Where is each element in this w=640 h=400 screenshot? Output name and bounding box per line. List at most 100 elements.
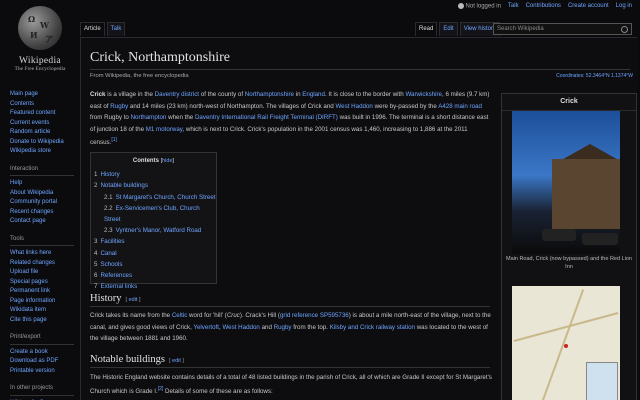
toc-number: 2.3: [104, 227, 113, 235]
coordinates-link[interactable]: Coordinates: 52.3464°N 1.1374°W: [556, 73, 633, 79]
toc-hide-link[interactable]: hide: [162, 158, 172, 164]
toc-item[interactable]: 5 Schools: [94, 259, 216, 270]
search-input[interactable]: Search Wikipedia: [493, 23, 632, 35]
toc-link[interactable]: Facilities: [100, 238, 124, 245]
sidebar-item-recent-changes[interactable]: Recent changes: [10, 208, 74, 218]
toc-link[interactable]: Notable buildings: [100, 182, 147, 189]
toc-number: 2.1: [104, 193, 113, 201]
link-celtic[interactable]: Celtic: [172, 312, 187, 319]
intro-text: from Rugby to: [90, 114, 131, 122]
location-map[interactable]: [512, 286, 620, 400]
sidebar-item-current-events[interactable]: Current events: [10, 119, 74, 129]
toc-item[interactable]: 3 Facilities: [94, 236, 216, 247]
sidebar-item-cite-this-page[interactable]: Cite this page: [10, 316, 74, 326]
search-placeholder: Search Wikipedia: [497, 26, 544, 32]
sidebar-item-wikidata-item[interactable]: Wikidata item: [10, 306, 74, 316]
sidebar-item-download-as-pdf[interactable]: Download as PDF: [10, 357, 74, 367]
toc-link[interactable]: Ex-Servicemen's Club, Church Street: [104, 205, 200, 223]
sidebar-item-page-information[interactable]: Page information: [10, 297, 74, 307]
sidebar-item-what-links-here[interactable]: What links here: [10, 249, 74, 259]
toc-item[interactable]: 1 History: [94, 169, 216, 180]
sidebar-item-contact-page[interactable]: Contact page: [10, 217, 74, 227]
sidebar-item-help[interactable]: Help: [10, 179, 74, 189]
link-dirft[interactable]: Daventry International Rail Freight Term…: [195, 114, 338, 121]
wikipedia-page: Not logged in Talk Contributions Create …: [0, 0, 640, 400]
intro-paragraph: Crick is a village in the Daventry distr…: [90, 89, 490, 149]
link-warwickshire[interactable]: Warwickshire: [405, 91, 442, 98]
photo-caption: Main Road, Crick (now bypassed) and the …: [506, 256, 632, 270]
toc-number: 2: [94, 182, 98, 190]
logo-tagline: The Free Encyclopedia: [14, 66, 66, 72]
link-west-haddon[interactable]: West Haddon: [335, 103, 372, 110]
link-grid-reference[interactable]: grid reference SP595736: [280, 312, 349, 319]
intro-text: in: [293, 91, 303, 98]
link-daventry[interactable]: Daventry district: [155, 91, 199, 98]
link-northampton[interactable]: Northampton: [131, 114, 167, 121]
sidebar-item-donate-to-wikipedia[interactable]: Donate to Wikipedia: [10, 138, 74, 148]
sidebar-item-special-pages[interactable]: Special pages: [10, 278, 74, 288]
link-northamptonshire[interactable]: Northamptonshire: [245, 91, 294, 98]
sidebar-item-permanent-link[interactable]: Permanent link: [10, 287, 74, 297]
page-title: Crick, Northamptonshire: [90, 50, 630, 70]
create-account-link[interactable]: Create account: [568, 3, 609, 9]
toc-item[interactable]: 7 External links: [94, 281, 216, 292]
toc-number: 7: [94, 283, 98, 291]
toc-item[interactable]: 2.3 Vyntner's Manor, Watford Road: [94, 225, 216, 236]
toc-link[interactable]: External links: [100, 283, 137, 290]
other-projects-heading: In other projects: [10, 384, 74, 396]
sidebar-item-about-wikipedia[interactable]: About Wikipedia: [10, 189, 74, 199]
tab-read[interactable]: Read: [415, 22, 438, 36]
sidebar-item-related-changes[interactable]: Related changes: [10, 259, 74, 269]
link-a428[interactable]: A428 main road: [438, 103, 482, 110]
sidebar-item-featured-content[interactable]: Featured content: [10, 109, 74, 119]
sidebar-item-create-a-book[interactable]: Create a book: [10, 348, 74, 358]
village-photo[interactable]: [512, 111, 620, 254]
search-icon[interactable]: [621, 26, 628, 33]
link-yelvertoft[interactable]: Yelvertoft: [193, 324, 219, 331]
toc-link[interactable]: References: [100, 272, 132, 279]
toc-item[interactable]: 2 Notable buildings: [94, 180, 216, 191]
reference-1[interactable]: [1]: [111, 137, 117, 143]
tab-edit[interactable]: Edit: [439, 22, 458, 36]
sidebar-item-main-page[interactable]: Main page: [10, 90, 74, 100]
link-m1[interactable]: M1 motorway: [146, 126, 183, 133]
intro-text: were by-passed by the: [372, 102, 439, 110]
talk-link[interactable]: Talk: [508, 3, 519, 9]
infobox: Crick Main Road, Crick (now bypassed) an…: [501, 93, 637, 400]
tab-article[interactable]: Article: [80, 22, 105, 36]
photo-car: [542, 229, 576, 241]
toc-link[interactable]: St Margaret's Church, Church Street: [116, 194, 216, 201]
toc-link[interactable]: Schools: [100, 261, 122, 268]
link-kilsby-station[interactable]: Kilsby and Crick railway station: [330, 324, 415, 331]
sidebar-item-community-portal[interactable]: Community portal: [10, 198, 74, 208]
contributions-link[interactable]: Contributions: [526, 3, 561, 9]
link-rugby-2[interactable]: Rugby: [274, 324, 292, 331]
sidebar-item-upload-file[interactable]: Upload file: [10, 268, 74, 278]
history-paragraph: Crick takes its name from the Celtic wor…: [90, 312, 491, 343]
sidebar-item-printable-version[interactable]: Printable version: [10, 367, 74, 377]
print-heading: Print/export: [10, 333, 74, 345]
toc-link[interactable]: History: [100, 171, 119, 178]
link-west-haddon-2[interactable]: West Haddon: [222, 324, 259, 331]
tab-talk[interactable]: Talk: [106, 22, 126, 36]
toc-number: 6: [94, 272, 98, 280]
view-tabs: Read Edit View history: [415, 22, 500, 36]
toc-link[interactable]: Vyntner's Manor, Watford Road: [116, 227, 202, 234]
toc-item[interactable]: 2.1 St Margaret's Church, Church Street: [94, 192, 216, 203]
wikipedia-logo[interactable]: ΩWИア Wikipedia The Free Encyclopedia: [8, 6, 72, 84]
photo-building: [552, 159, 620, 229]
toc-item[interactable]: 2.2 Ex-Servicemen's Club, Church Street: [94, 203, 216, 225]
toc-number: 3: [94, 238, 98, 246]
link-england[interactable]: England: [302, 91, 325, 98]
toc-item[interactable]: 6 References: [94, 270, 216, 281]
toc-link[interactable]: Canal: [100, 250, 116, 257]
toc-item[interactable]: 4 Canal: [94, 248, 216, 259]
sidebar-item-random-article[interactable]: Random article: [10, 128, 74, 138]
sidebar-item-contents[interactable]: Contents: [10, 100, 74, 110]
sidebar-item-wikipedia-store[interactable]: Wikipedia store: [10, 147, 74, 157]
map-inset: [586, 362, 618, 400]
link-rugby[interactable]: Rugby: [110, 103, 128, 110]
log-in-link[interactable]: Log in: [616, 3, 632, 9]
history-edit-link[interactable]: edit: [129, 297, 138, 303]
notable-edit-link[interactable]: edit: [172, 358, 181, 364]
